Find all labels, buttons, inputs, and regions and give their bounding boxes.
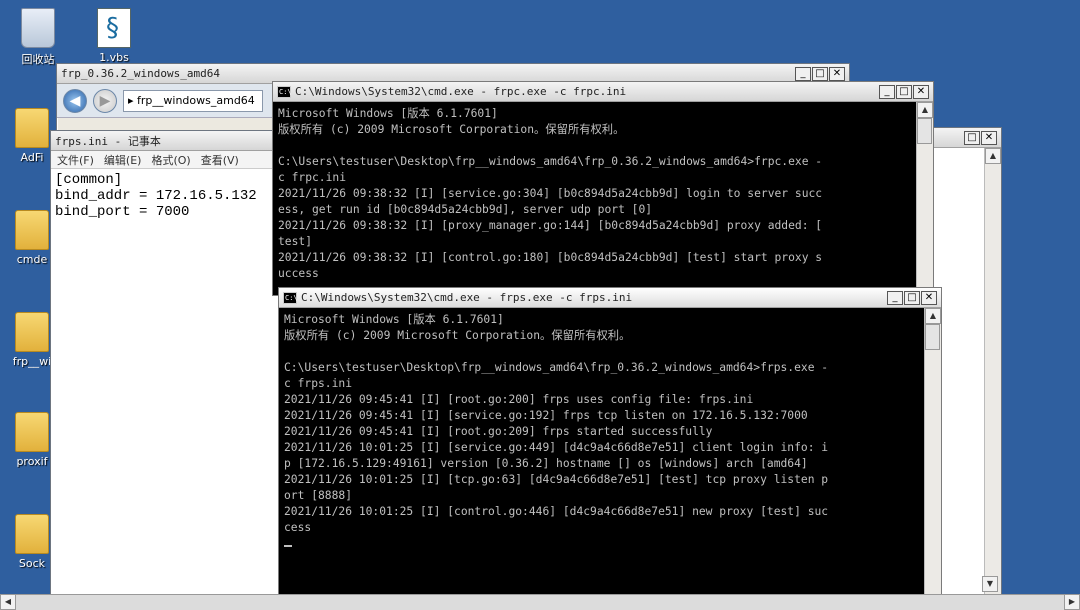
explorer-window-controls: _ □ ✕ [795,66,845,81]
text-cursor [284,545,292,547]
close-button[interactable]: ✕ [921,290,937,305]
maximize-button[interactable]: □ [904,290,920,305]
folder-glyph [15,312,49,352]
frpc-console-window: C:\ C:\Windows\System32\cmd.exe - frpc.e… [272,81,934,296]
frps-console-title: C:\Windows\System32\cmd.exe - frps.exe -… [301,291,633,304]
maximize-button[interactable]: □ [964,130,980,145]
frpc-vertical-scrollbar[interactable]: ▲ [916,102,933,295]
notepad-title: frps.ini - 记事本 [55,134,161,148]
close-button[interactable]: ✕ [829,66,845,81]
notepad-titlebar[interactable]: frps.ini - 记事本 [51,131,289,151]
back-arrow-icon[interactable]: ◀ [63,88,87,113]
scroll-thumb[interactable] [925,324,940,350]
scroll-up-icon[interactable]: ▲ [917,102,933,118]
frpc-console-titlebar[interactable]: C:\ C:\Windows\System32\cmd.exe - frpc.e… [273,82,933,102]
scroll-left-icon[interactable]: ◀ [0,594,16,610]
horizontal-scrollbar[interactable]: ◀ ▶ [0,594,1080,610]
scroll-thumb[interactable] [917,118,932,144]
scroll-down-icon[interactable]: ▼ [982,576,998,592]
notepad-window: frps.ini - 记事本 文件(F) 编辑(E) 格式(O) 查看(V) [… [50,130,290,600]
cmd-icon: C:\ [283,291,298,304]
frps-console-titlebar[interactable]: C:\ C:\Windows\System32\cmd.exe - frps.e… [279,288,941,308]
menu-format[interactable]: 格式(O) [151,152,190,168]
address-bar[interactable]: ▸ frp__windows_amd64 [123,89,263,112]
recycle-bin-icon[interactable]: 回收站 [6,8,70,67]
vertical-scrollbar[interactable]: ▲ [984,148,1001,594]
script-file-glyph [97,8,131,48]
vbs-script-icon[interactable]: 1.vbs [82,8,146,64]
explorer-title: frp_0.36.2_windows_amd64 [61,67,220,80]
folder-glyph [15,412,49,452]
maximize-button[interactable]: □ [812,66,828,81]
recycle-bin-glyph [21,8,55,48]
frps-vertical-scrollbar[interactable]: ▲ [924,308,941,602]
frpc-window-controls: _ □ ✕ [879,84,929,99]
frpc-console-output[interactable]: Microsoft Windows [版本 6.1.7601] 版权所有 (c)… [273,102,916,295]
menu-edit[interactable]: 编辑(E) [104,152,142,168]
minimize-button[interactable]: _ [887,290,903,305]
frps-console-output[interactable]: Microsoft Windows [版本 6.1.7601] 版权所有 (c)… [279,308,924,602]
minimize-button[interactable]: _ [795,66,811,81]
frps-console-text: Microsoft Windows [版本 6.1.7601] 版权所有 (c)… [284,313,829,534]
scroll-up-icon[interactable]: ▲ [985,148,1001,164]
close-button[interactable]: ✕ [913,84,929,99]
background-window-controls: □ ✕ [964,130,997,145]
frpc-console-title: C:\Windows\System32\cmd.exe - frpc.exe -… [295,85,627,98]
menu-file[interactable]: 文件(F) [57,152,94,168]
frps-console-window: C:\ C:\Windows\System32\cmd.exe - frps.e… [278,287,942,603]
close-button[interactable]: ✕ [981,130,997,145]
maximize-button[interactable]: □ [896,84,912,99]
folder-glyph [15,514,49,554]
scroll-up-icon[interactable]: ▲ [925,308,941,324]
frps-window-controls: _ □ ✕ [887,290,937,305]
folder-glyph [15,210,49,250]
menu-view[interactable]: 查看(V) [201,152,239,168]
scroll-right-icon[interactable]: ▶ [1064,594,1080,610]
cmd-icon: C:\ [277,85,292,98]
minimize-button[interactable]: _ [879,84,895,99]
forward-arrow-icon[interactable]: ▶ [93,88,117,113]
folder-glyph [15,108,49,148]
notepad-text-area[interactable]: [common] bind_addr = 172.16.5.132 bind_p… [51,169,289,223]
notepad-menubar: 文件(F) 编辑(E) 格式(O) 查看(V) [51,151,289,169]
